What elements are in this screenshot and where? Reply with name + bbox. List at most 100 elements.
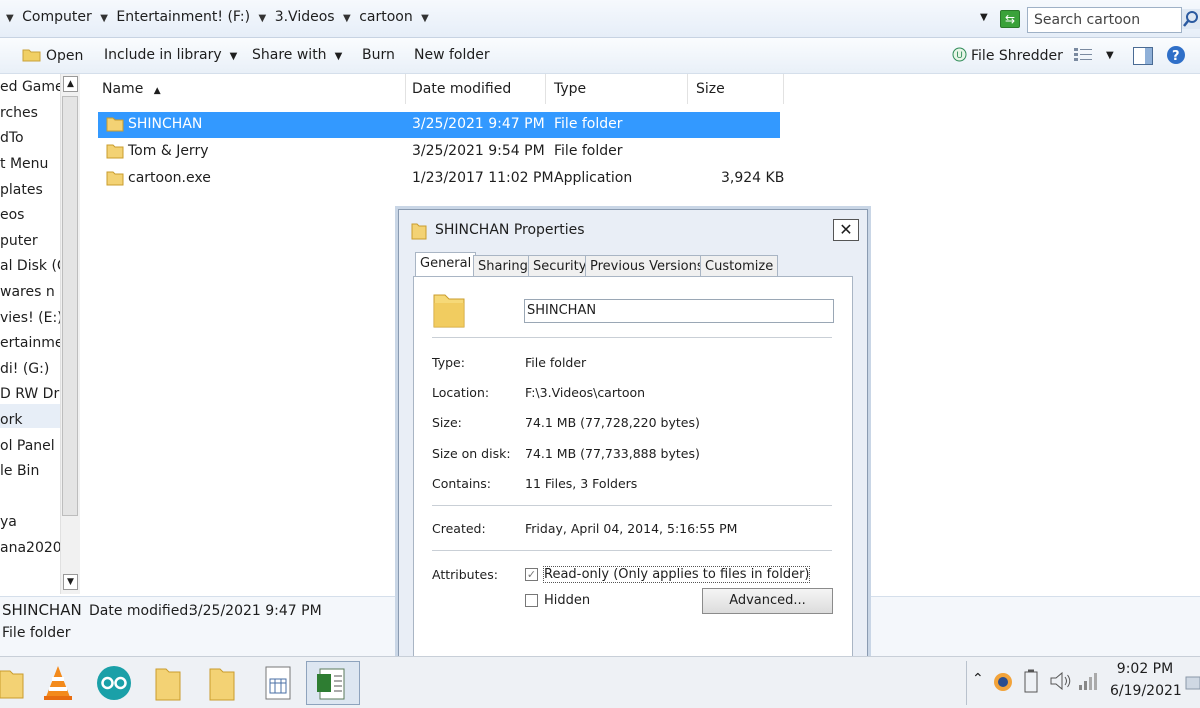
nav-item[interactable]: le Bin [0, 463, 39, 487]
include-in-library-button[interactable]: Include in library ▼ [104, 47, 237, 63]
advanced-button[interactable]: Advanced... [702, 588, 833, 614]
view-dropdown-chevron-icon[interactable]: ▼ [1106, 50, 1114, 61]
calendar-document-icon[interactable] [256, 661, 300, 705]
share-with-button[interactable]: Share with ▼ [252, 47, 342, 63]
refresh-icon[interactable]: ⇆ [1000, 10, 1020, 28]
battery-icon[interactable] [1024, 669, 1038, 693]
breadcrumb[interactable]: ▼ Computer ▼ Entertainment! (F:) ▼ 3.Vid… [6, 9, 433, 25]
chevron-down-icon[interactable]: ▼ [259, 13, 267, 24]
file-name: cartoon.exe [128, 170, 211, 186]
tab-sharing[interactable]: Sharing [473, 255, 533, 277]
readonly-label[interactable]: Read-only (Only applies to files in fold… [542, 566, 811, 583]
nav-item[interactable]: eos [0, 207, 24, 231]
help-button[interactable]: ? [1166, 45, 1186, 69]
taskbar-active-window[interactable] [306, 661, 360, 705]
nav-item[interactable]: t Menu [0, 156, 48, 180]
address-history-dropdown[interactable]: ▼ [980, 12, 988, 23]
nav-item[interactable]: plates [0, 182, 43, 206]
readonly-checkbox[interactable]: ✓ [525, 568, 538, 581]
nav-item[interactable]: ya [0, 514, 17, 538]
scroll-up-arrow-icon[interactable]: ▲ [63, 76, 78, 92]
contains-label: Contains: [432, 476, 491, 491]
vlc-icon[interactable] [36, 661, 80, 705]
file-row-tom-jerry[interactable]: Tom & Jerry 3/25/2021 9:54 PM File folde… [98, 139, 780, 165]
app-tray-icon[interactable] [992, 671, 1014, 693]
search-icon[interactable] [1182, 9, 1200, 29]
application-icon [106, 171, 124, 186]
view-list-icon [1074, 48, 1092, 61]
column-size-label: Size [696, 81, 725, 97]
column-header-size[interactable]: Size [688, 74, 784, 104]
folder-icon[interactable] [200, 661, 244, 705]
tab-general[interactable]: General [415, 252, 477, 278]
chevron-down-icon[interactable]: ▼ [343, 13, 351, 24]
file-shredder-button[interactable]: U File Shredder [952, 47, 1063, 64]
hidden-label[interactable]: Hidden [544, 593, 590, 608]
file-type: File folder [554, 116, 623, 132]
share-with-label: Share with [252, 47, 327, 63]
breadcrumb-drive[interactable]: Entertainment! (F:) [116, 9, 250, 25]
file-row-shinchan[interactable]: SHINCHAN 3/25/2021 9:47 PM File folder [98, 112, 780, 138]
column-header-date-modified[interactable]: Date modified [404, 74, 546, 104]
folder-icon[interactable] [0, 661, 30, 705]
file-date: 3/25/2021 9:47 PM [412, 116, 545, 132]
search-input[interactable]: Search cartoon [1027, 7, 1182, 33]
breadcrumb-videos[interactable]: 3.Videos [275, 9, 335, 25]
address-bar: ▼ Computer ▼ Entertainment! (F:) ▼ 3.Vid… [0, 0, 1200, 38]
show-hidden-icons-icon[interactable]: ⌃ [972, 671, 984, 687]
nav-item[interactable]: vies! (E:) [0, 310, 63, 334]
preview-pane-button[interactable] [1133, 47, 1153, 69]
nav-item[interactable]: ol Panel [0, 438, 55, 462]
volume-icon[interactable] [1048, 669, 1072, 693]
file-row-cartoon-exe[interactable]: cartoon.exe 1/23/2017 11:02 PM Applicati… [98, 166, 784, 192]
hidden-checkbox[interactable] [525, 594, 538, 607]
chevron-down-icon: ▼ [334, 51, 343, 62]
tab-security[interactable]: Security [528, 255, 592, 277]
tab-previous-versions[interactable]: Previous Versions [585, 255, 709, 277]
new-folder-label: New folder [414, 47, 490, 63]
nav-item[interactable]: di! (G:) [0, 361, 49, 385]
column-header-type[interactable]: Type [546, 74, 688, 104]
include-library-label: Include in library [104, 47, 222, 63]
chevron-down-icon[interactable]: ▼ [100, 13, 108, 24]
chevron-down-icon[interactable]: ▼ [6, 13, 14, 24]
taskbar: ⌃ 9:02 PM 6/19/2021 [0, 656, 1200, 708]
open-button[interactable]: Open [22, 47, 83, 64]
nav-scrollbar-thumb[interactable] [62, 96, 78, 516]
chevron-down-icon: ▼ [229, 51, 238, 62]
breadcrumb-computer[interactable]: Computer [22, 9, 92, 25]
close-button[interactable]: ✕ [833, 219, 859, 241]
attributes-label: Attributes: [432, 567, 498, 582]
column-header-name[interactable]: Name ▲ [94, 74, 406, 104]
tab-customize[interactable]: Customize [700, 255, 779, 277]
file-date: 3/25/2021 9:54 PM [412, 143, 545, 159]
file-shredder-label: File Shredder [971, 48, 1063, 64]
divider [432, 550, 832, 551]
nav-item[interactable]: rches [0, 105, 38, 129]
breadcrumb-cartoon[interactable]: cartoon [359, 9, 413, 25]
nav-item[interactable]: ork [0, 412, 22, 436]
view-options-button[interactable] [1074, 47, 1092, 65]
folder-name-input[interactable]: SHINCHAN [524, 299, 834, 323]
details-type: File folder [2, 625, 71, 641]
notification-icon[interactable] [1184, 673, 1200, 693]
folder-icon[interactable] [146, 661, 190, 705]
nav-item[interactable]: wares n a [0, 284, 68, 308]
new-folder-button[interactable]: New folder [414, 47, 490, 63]
nav-item[interactable]: dTo [0, 130, 24, 154]
created-value: Friday, April 04, 2014, 5:16:55 PM [525, 521, 738, 536]
checkmark-icon: ✓ [526, 568, 537, 581]
burn-button[interactable]: Burn [362, 47, 395, 63]
contains-value: 11 Files, 3 Folders [525, 476, 638, 491]
divider [432, 505, 832, 506]
network-signal-icon[interactable] [1078, 671, 1100, 691]
size-on-disk-value: 74.1 MB (77,733,888 bytes) [525, 446, 700, 461]
size-on-disk-label: Size on disk: [432, 446, 511, 461]
chevron-down-icon[interactable]: ▼ [421, 13, 429, 24]
nav-item[interactable]: puter [0, 233, 38, 257]
clock-time[interactable]: 9:02 PM [1112, 661, 1178, 677]
clock-date[interactable]: 6/19/2021 [1110, 683, 1182, 699]
scroll-down-arrow-icon[interactable]: ▼ [63, 574, 78, 590]
column-type-label: Type [554, 81, 587, 97]
arduino-icon[interactable] [92, 661, 136, 705]
